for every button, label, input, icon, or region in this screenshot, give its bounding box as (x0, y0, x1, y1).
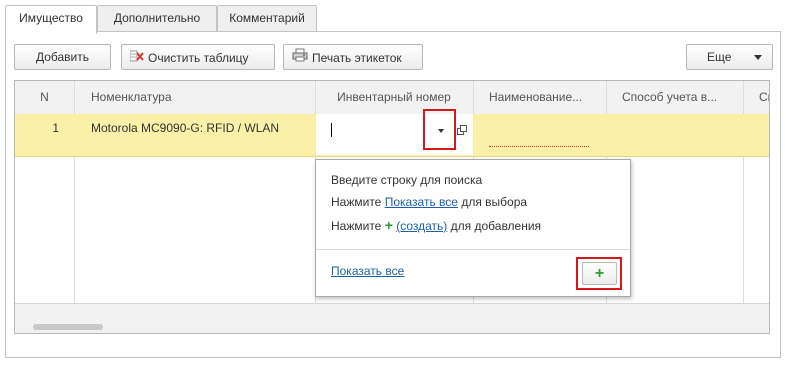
table-header: N Номенклатура Инвентарный номер Наимено… (15, 81, 769, 115)
column-header-nomenclature[interactable]: Номенклатура (91, 81, 311, 114)
tab-additional[interactable]: Дополнительно (97, 5, 217, 33)
printer-icon (292, 46, 308, 70)
create-inline-link[interactable]: (создать) (396, 219, 447, 233)
more-button[interactable]: Еще (686, 44, 773, 70)
dropdown-toggle[interactable] (423, 109, 456, 150)
create-hint: Нажмите + (создать) для добавления (331, 217, 541, 233)
column-header-extra[interactable]: Сп (759, 81, 769, 114)
text-cursor (331, 123, 332, 137)
column-header-n[interactable]: N (15, 81, 74, 114)
hint-suffix: для выбора (461, 195, 528, 209)
plus-icon: + (384, 217, 393, 233)
plus-icon: + (594, 265, 605, 282)
horizontal-scrollbar[interactable] (33, 324, 103, 330)
show-all-hint: Нажмите Показать все для выбора (331, 195, 527, 209)
tab-property-label: Имущество (19, 11, 83, 25)
column-header-name[interactable]: Наименование... (489, 81, 604, 114)
clear-table-icon (129, 46, 144, 70)
dropdown-arrow-icon (438, 129, 444, 133)
row-number: 1 (52, 121, 59, 135)
hint-prefix: Нажмите (331, 195, 382, 209)
add-button-label: Добавить (35, 50, 90, 64)
accounting-method-cell[interactable] (622, 114, 742, 156)
tab-comment[interactable]: Комментарий (217, 5, 317, 33)
show-all-link[interactable]: Показать все (331, 264, 404, 278)
create-button-highlight: + (576, 257, 622, 290)
clear-table-label: Очистить таблицу (148, 50, 249, 65)
table-row[interactable]: 1 Motorola MC9090-G: RFID / WLAN (15, 114, 769, 157)
print-labels-button[interactable]: Печать этикеток (283, 44, 423, 70)
tab-property[interactable]: Имущество (5, 5, 97, 34)
caret-down-icon (754, 55, 762, 60)
search-hint: Введите строку для поиска (331, 173, 483, 187)
create-button[interactable]: + (582, 262, 617, 285)
popup-divider (316, 249, 630, 250)
hint-prefix: Нажмите (331, 219, 382, 233)
hint-suffix: для добавления (450, 219, 542, 233)
show-all-inline-link[interactable]: Показать все (385, 195, 458, 209)
name-cell[interactable] (489, 114, 589, 156)
tab-comment-label: Комментарий (229, 11, 305, 25)
more-button-label: Еще (707, 50, 732, 64)
print-labels-label: Печать этикеток (312, 50, 402, 65)
nomenclature-cell[interactable]: Motorola MC9090-G: RFID / WLAN (91, 114, 311, 156)
tab-additional-label: Дополнительно (113, 11, 201, 25)
open-form-icon[interactable] (457, 124, 467, 135)
autocomplete-popup: Введите строку для поиска Нажмите Показа… (315, 159, 631, 297)
add-button[interactable]: Добавить (14, 44, 111, 70)
column-header-accounting-method[interactable]: Способ учета в... (622, 81, 745, 114)
table-footer (15, 303, 769, 333)
clear-table-button[interactable]: Очистить таблицу (121, 44, 275, 70)
required-underline (489, 146, 589, 147)
